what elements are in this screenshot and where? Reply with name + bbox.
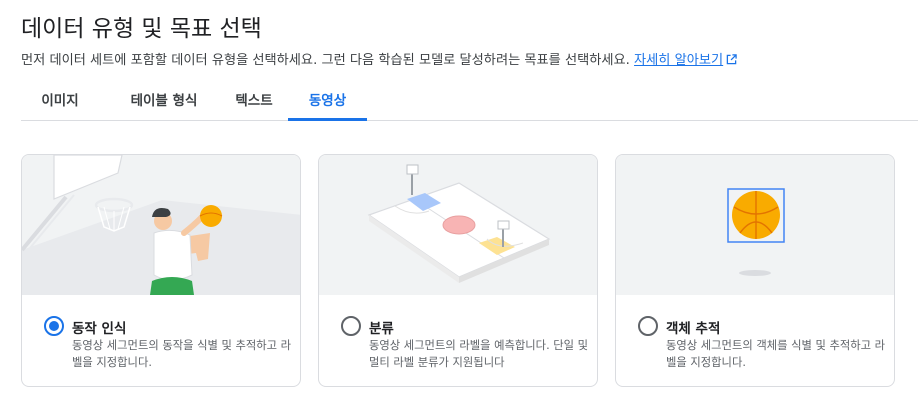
basketball-court-illustration — [319, 155, 597, 295]
option-card-object-tracking[interactable]: 객체 추적 동영상 세그먼트의 객체를 식별 및 추적하고 라벨을 지정합니다. — [615, 154, 895, 387]
option-card-classification[interactable]: 분류 동영상 세그먼트의 라벨을 예측합니다. 단일 및 멀티 라벨 분류가 지… — [318, 154, 598, 387]
classification-radio[interactable] — [341, 316, 361, 336]
object-tracking-illustration — [616, 155, 894, 295]
data-type-tabs: 이미지 테이블 형식 텍스트 동영상 — [21, 84, 918, 121]
basketball-player-illustration — [22, 155, 300, 295]
tab-video[interactable]: 동영상 — [288, 84, 367, 121]
learn-more-label: 자세히 알아보기 — [634, 53, 724, 68]
subtitle-text: 먼저 데이터 세트에 포함할 데이터 유형을 선택하세요. 그런 다음 학습된 … — [21, 53, 630, 68]
page-title: 데이터 유형 및 목표 선택 — [21, 16, 262, 42]
action-recognition-radio[interactable] — [44, 316, 64, 336]
classification-description: 동영상 세그먼트의 라벨을 예측합니다. 단일 및 멀티 라벨 분류가 지원됩니… — [369, 339, 589, 369]
tab-text[interactable]: 텍스트 — [209, 84, 299, 121]
action-recognition-description: 동영상 세그먼트의 동작을 식별 및 추적하고 라벨을 지정합니다. — [72, 339, 292, 369]
object-tracking-radio[interactable] — [638, 316, 658, 336]
page-subtitle: 먼저 데이터 세트에 포함할 데이터 유형을 선택하세요. 그런 다음 학습된 … — [21, 49, 737, 69]
object-tracking-title: 객체 추적 — [666, 321, 721, 337]
tab-image[interactable]: 이미지 — [21, 84, 99, 121]
classification-title: 분류 — [369, 321, 394, 337]
learn-more-link[interactable]: 자세히 알아보기 — [634, 53, 737, 68]
object-tracking-description: 동영상 세그먼트의 객체를 식별 및 추적하고 라벨을 지정합니다. — [666, 339, 886, 369]
open-in-new-icon — [726, 54, 737, 69]
action-recognition-title: 동작 인식 — [72, 321, 127, 337]
option-card-action-recognition[interactable]: 동작 인식 동영상 세그먼트의 동작을 식별 및 추적하고 라벨을 지정합니다. — [21, 154, 301, 387]
